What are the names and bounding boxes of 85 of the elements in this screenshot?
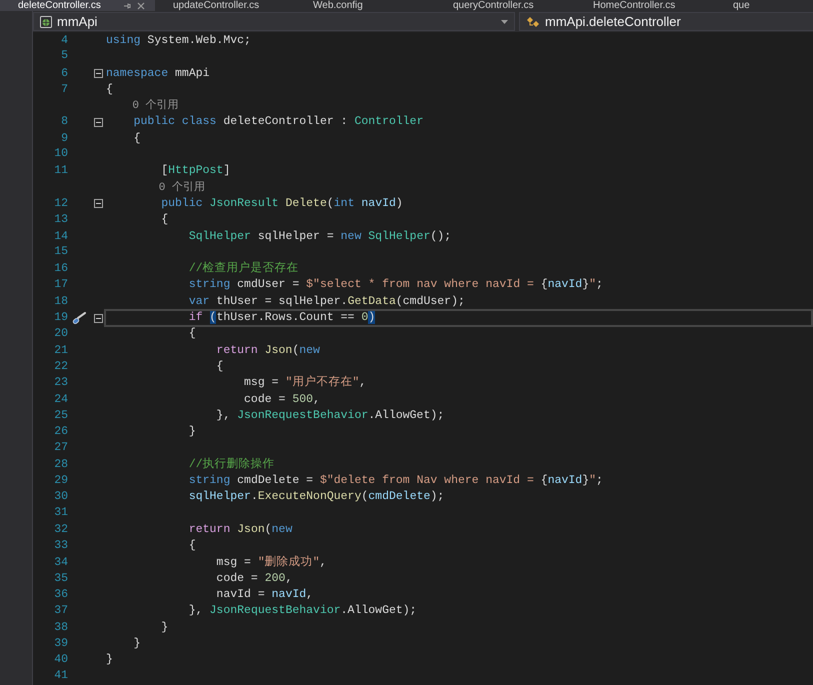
screwdriver-icon[interactable]	[72, 312, 86, 325]
line-number: 24	[53, 392, 68, 408]
line-number: 27	[53, 440, 68, 456]
code-line: code = 200,	[215, 572, 292, 586]
code-line: string cmdDelete = $"delete from Nav where navId = {navId}";	[188, 474, 603, 488]
code-line: sqlHelper.ExecuteNonQuery(cmdDelete);	[188, 490, 444, 504]
line-number: 38	[53, 620, 68, 636]
reference-count[interactable]: 0 个引用	[106, 99, 179, 114]
line-number: 34	[53, 554, 68, 570]
line-number: 29	[53, 473, 68, 490]
code-line: }	[188, 425, 196, 440]
line-number: 40	[53, 652, 68, 668]
line-number: 25	[53, 408, 68, 424]
file-tab[interactable]: deleteController.cs	[0, 0, 155, 11]
line-number: 5	[60, 48, 68, 64]
line-number: 21	[53, 342, 68, 359]
project-icon	[40, 16, 52, 28]
collapse-icon[interactable]	[94, 314, 102, 323]
code-line: {	[160, 213, 168, 228]
code-line: //执行删除操作	[188, 458, 275, 472]
code-line: return Json(new	[215, 344, 320, 358]
code-line: code = 500,	[243, 392, 320, 407]
code-line: SqlHelper sqlHelper = new SqlHelper();	[188, 230, 452, 244]
code-line: [HttpPost]	[160, 164, 230, 178]
code-line: string cmdUser = $"select * from nav where navId = {navId}";	[188, 278, 603, 292]
member-dropdown[interactable]: mmApi.deleteController	[519, 12, 813, 31]
line-number: 6	[60, 66, 68, 82]
code-line: using System.Web.Mvc;	[106, 34, 251, 48]
line-number: 23	[53, 375, 68, 392]
code-line: {	[106, 82, 113, 97]
line-number: 11	[53, 163, 68, 180]
code-line: return Json(new	[188, 522, 292, 537]
line-number: 31	[53, 504, 68, 521]
code-line: }, JsonRequestBehavior.AllowGet);	[215, 408, 444, 423]
line-number: 35	[53, 570, 68, 587]
code-line: }	[160, 620, 168, 635]
line-number: 37	[53, 603, 68, 620]
code-line: {	[188, 327, 196, 342]
line-number: 19	[53, 310, 68, 326]
line-number: 20	[53, 326, 68, 342]
code-line: namespace mmApi	[106, 66, 210, 81]
close-icon[interactable]	[137, 2, 145, 10]
pin-icon[interactable]	[123, 2, 131, 10]
line-number: 28	[53, 456, 68, 473]
line-number: 22	[53, 358, 68, 375]
code-line: msg = "用户不存在",	[243, 376, 366, 390]
collapse-icon[interactable]	[94, 199, 102, 208]
project-dropdown[interactable]: mmApi	[33, 12, 515, 31]
line-number: 26	[53, 424, 68, 440]
code-line: }	[106, 653, 113, 668]
line-number: 36	[53, 587, 68, 604]
line-number: 17	[53, 277, 68, 294]
line-number: 33	[53, 538, 68, 554]
line-number: 4	[60, 33, 68, 49]
code-line: {	[215, 360, 224, 374]
line-number: 12	[53, 196, 68, 212]
line-number: 16	[53, 261, 68, 278]
line-number: 32	[53, 522, 68, 538]
collapse-icon[interactable]	[94, 118, 102, 127]
code-line: public JsonResult Delete(int navId)	[160, 196, 403, 211]
line-number: 39	[53, 636, 68, 652]
line-number: 8	[60, 114, 68, 130]
line-number: 7	[60, 82, 68, 98]
reference-count[interactable]: 0 个引用	[106, 180, 206, 195]
line-number: 10	[53, 146, 68, 162]
line-number: 13	[53, 212, 68, 228]
line-number: 18	[53, 294, 68, 310]
line-number: 30	[53, 489, 68, 506]
code-line: //检查用户是否存在	[188, 262, 299, 276]
code-line: navId = navId,	[215, 588, 314, 602]
collapse-icon[interactable]	[94, 69, 102, 78]
code-line: }	[132, 636, 141, 651]
line-number: 14	[53, 228, 68, 245]
code-line: }, JsonRequestBehavior.AllowGet);	[188, 604, 417, 618]
code-line: if (thUser.Rows.Count == 0)	[188, 311, 376, 326]
caret-icon	[501, 20, 508, 24]
class-icon	[526, 16, 540, 28]
line-number: 41	[53, 668, 68, 684]
line-number: 15	[53, 244, 68, 260]
code-line: var thUser = sqlHelper.GetData(cmdUser);	[188, 294, 465, 309]
code-line: {	[132, 132, 141, 146]
line-number: 9	[60, 130, 68, 147]
code-line: public class deleteController : Controller	[132, 115, 424, 130]
code-line: msg = "删除成功",	[215, 556, 327, 570]
code-line: {	[188, 539, 196, 554]
